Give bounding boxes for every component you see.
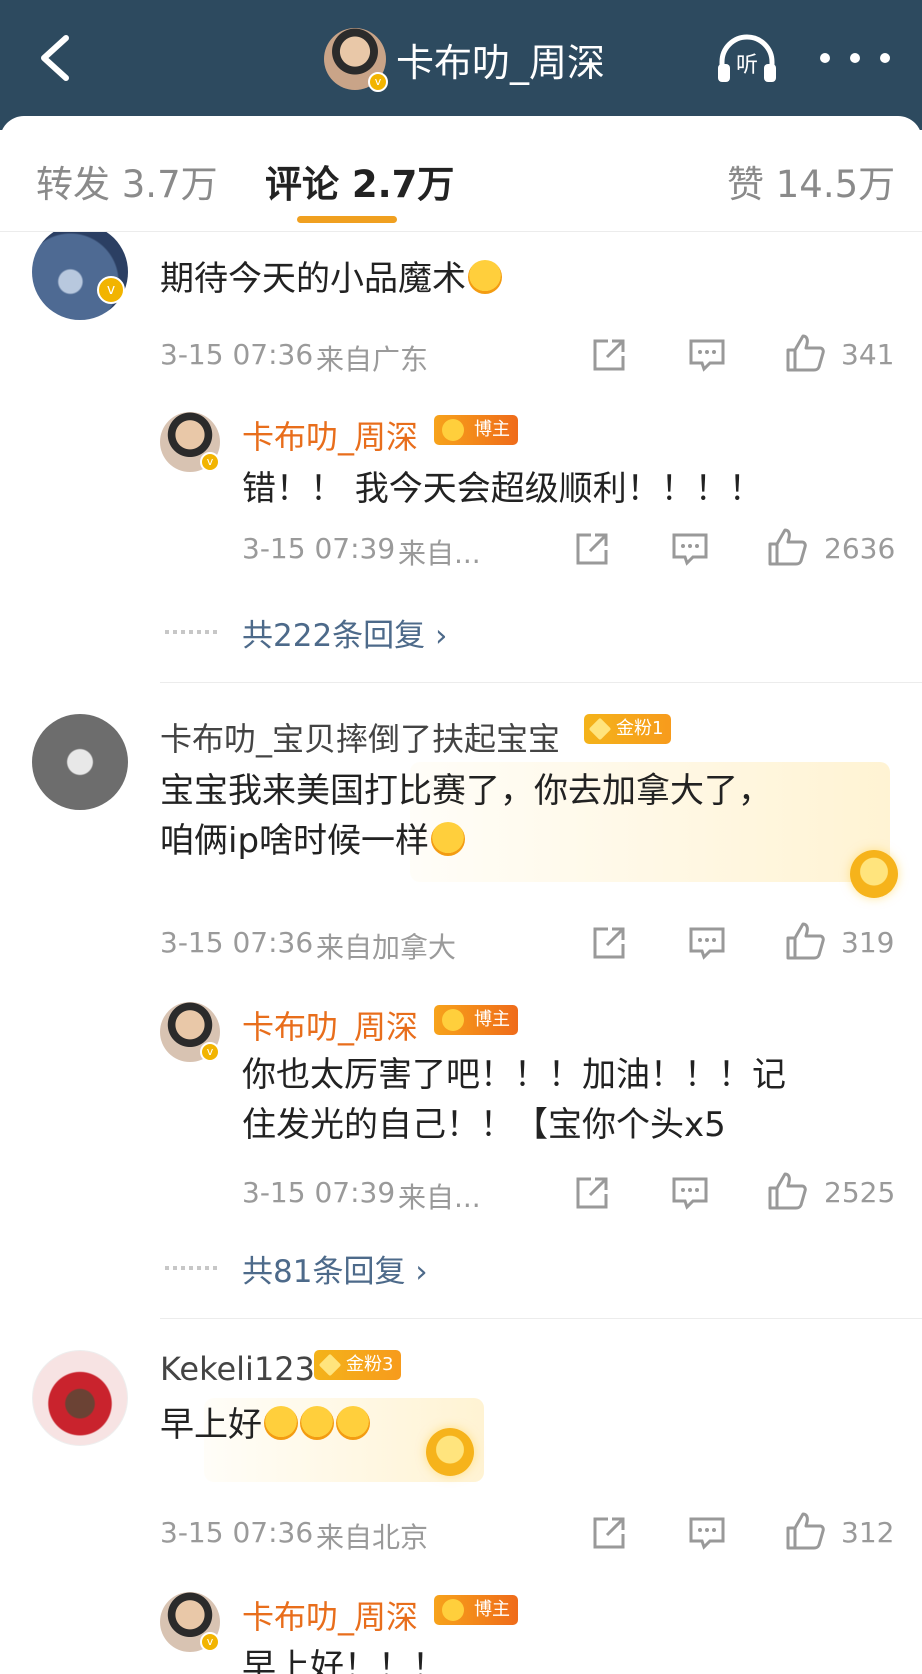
- fan-badge: 金粉1: [584, 714, 672, 744]
- emoji-icon: [468, 260, 502, 294]
- share-icon[interactable]: [590, 336, 628, 374]
- dotted-line: [165, 1266, 217, 1270]
- comment-icon[interactable]: [688, 924, 726, 962]
- share-icon[interactable]: [590, 924, 628, 962]
- comment-text: 早上好: [160, 1400, 370, 1450]
- comment-location: 来自广东: [316, 343, 429, 376]
- listen-label: 听: [736, 53, 758, 78]
- like-count: 2525: [824, 1176, 896, 1209]
- emoji-icon: [336, 1406, 370, 1440]
- divider: [160, 682, 922, 683]
- comment-icon[interactable]: [671, 530, 709, 568]
- listen-headphones-icon[interactable]: 听: [714, 32, 780, 84]
- more-options-icon[interactable]: [820, 50, 890, 66]
- tab-comments[interactable]: 评论 2.7万: [265, 154, 454, 208]
- emoji-icon: [300, 1406, 334, 1440]
- like-count: 312: [841, 1516, 895, 1549]
- author-badge: 博主: [434, 415, 518, 445]
- comment-location: 来自加拿大: [316, 931, 457, 964]
- comment-list: v 期待今天的小品魔术 3-15 07:36 来自广东 341 v 卡布叻_周深…: [0, 232, 922, 1674]
- gold-gem-icon: [850, 850, 898, 898]
- reply-location: 来自...: [398, 537, 481, 570]
- dotted-line: [165, 630, 217, 634]
- comment-text-line: 咱俩ip啥时候一样: [160, 816, 466, 866]
- reply-author-name[interactable]: 卡布叻_周深: [242, 412, 418, 458]
- comment-location: 来自北京: [316, 1521, 429, 1554]
- view-replies-link[interactable]: 共222条回复 ›: [242, 610, 447, 655]
- reply-location: 来自...: [398, 1181, 481, 1214]
- author-badge: 博主: [434, 1005, 518, 1035]
- like-thumb-icon[interactable]: [766, 526, 808, 568]
- comment-time: 3-15 07:36: [160, 926, 314, 959]
- verified-icon: v: [200, 1042, 220, 1062]
- commenter-name[interactable]: 卡布叻_宝贝摔倒了扶起宝宝: [160, 714, 560, 760]
- like-thumb-icon[interactable]: [766, 1170, 808, 1212]
- top-navigation-bar: v 卡布叻_周深 听: [0, 0, 922, 130]
- reply-text: 早上好！！！: [242, 1647, 446, 1674]
- emoji-icon: [264, 1406, 298, 1440]
- comment-icon[interactable]: [671, 1174, 709, 1212]
- tab-bar: 转发 3.7万 评论 2.7万 赞 14.5万: [0, 116, 922, 232]
- comment-text: 期待今天的小品魔术: [160, 254, 502, 304]
- share-icon[interactable]: [573, 530, 611, 568]
- like-count: 341: [841, 338, 895, 371]
- comment-time: 3-15 07:36: [160, 338, 314, 371]
- comment-time: 3-15 07:36: [160, 1516, 314, 1549]
- avatar[interactable]: v: [324, 28, 388, 92]
- reply-author-name[interactable]: 卡布叻_周深: [242, 1002, 418, 1048]
- like-thumb-icon[interactable]: [784, 920, 826, 962]
- like-thumb-icon[interactable]: [784, 1510, 826, 1552]
- verified-icon: v: [97, 276, 125, 304]
- reply-time: 3-15 07:39: [242, 1176, 396, 1209]
- avatar[interactable]: [32, 714, 128, 810]
- gold-gem-icon: [426, 1428, 474, 1476]
- share-icon[interactable]: [573, 1174, 611, 1212]
- tab-reposts[interactable]: 转发 3.7万: [36, 154, 218, 208]
- commenter-name[interactable]: Kekeli123: [160, 1350, 315, 1388]
- active-tab-indicator: [297, 216, 397, 223]
- like-count: 319: [841, 926, 895, 959]
- verified-icon: v: [368, 72, 388, 92]
- author-badge: 博主: [434, 1595, 518, 1625]
- reply-text-line: 住发光的自己！！【宝你个头x5: [242, 1105, 726, 1145]
- like-thumb-icon[interactable]: [784, 332, 826, 374]
- back-arrow-icon[interactable]: [34, 30, 80, 86]
- profile-title[interactable]: v 卡布叻_周深: [324, 28, 606, 92]
- fan-badge: 金粉3: [314, 1350, 402, 1380]
- verified-icon: v: [200, 452, 220, 472]
- reply-text: 错！！ 我今天会超级顺利！！！！: [242, 469, 763, 509]
- page-title: 卡布叻_周深: [396, 40, 606, 85]
- share-icon[interactable]: [590, 1514, 628, 1552]
- view-replies-link[interactable]: 共81条回复 ›: [242, 1246, 428, 1291]
- comment-icon[interactable]: [688, 336, 726, 374]
- comment-text-line: 宝宝我来美国打比赛了，你去加拿大了，: [160, 771, 772, 811]
- like-count: 2636: [824, 532, 896, 565]
- verified-icon: v: [200, 1632, 220, 1652]
- reply-author-name[interactable]: 卡布叻_周深: [242, 1592, 418, 1638]
- divider: [160, 1318, 922, 1319]
- reply-time: 3-15 07:39: [242, 532, 396, 565]
- emoji-icon: [431, 822, 466, 856]
- avatar[interactable]: [32, 1350, 128, 1446]
- reply-text-line: 你也太厉害了吧！！！加油！！！记: [242, 1055, 786, 1095]
- tab-likes[interactable]: 赞 14.5万: [727, 154, 895, 208]
- comment-icon[interactable]: [688, 1514, 726, 1552]
